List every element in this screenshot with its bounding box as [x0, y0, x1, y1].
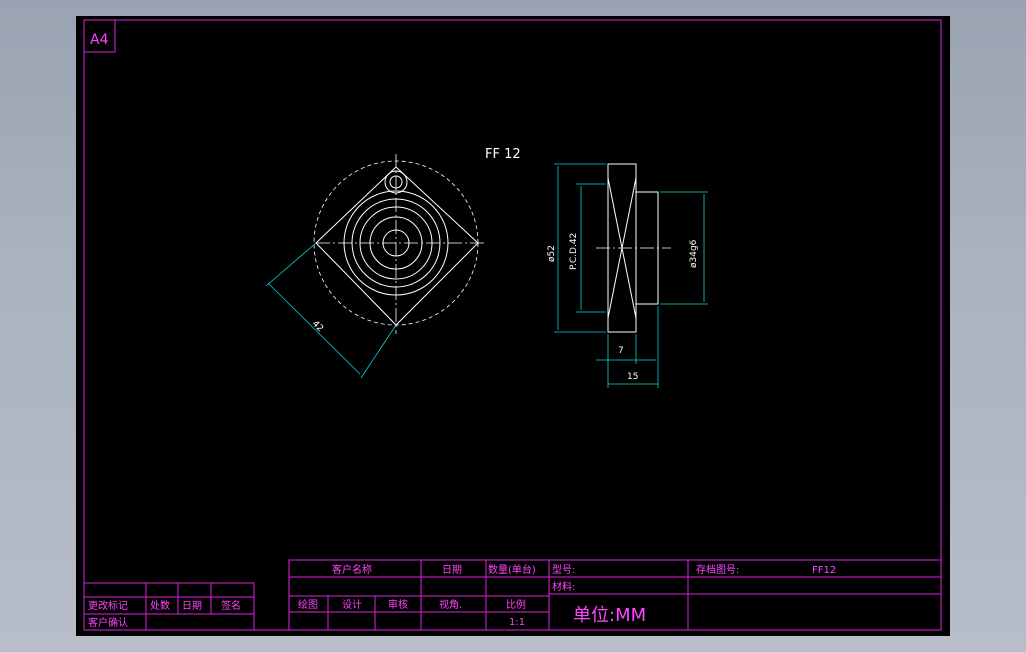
- front-view: 42: [265, 154, 486, 379]
- dim-15-text: 15: [627, 372, 638, 382]
- rev-header-sign: 签名: [221, 599, 241, 612]
- sheet-border: [83, 19, 942, 631]
- drawing-no-label: 存档图号:: [696, 563, 739, 576]
- scale-label: 比例: [506, 598, 526, 611]
- view-label: 视角.: [439, 598, 462, 611]
- drawn-label: 绘图: [298, 598, 318, 611]
- revision-block: 更改标记 处数 日期 签名 客户确认: [83, 582, 255, 631]
- drawing-no-value: FF12: [812, 565, 836, 576]
- customer-name-label: 客户名称: [332, 563, 372, 576]
- side-view: ø52 P.C.D.42 ø34g6 7 15: [547, 163, 708, 388]
- dim-pcd-text: P.C.D.42: [569, 233, 579, 270]
- cad-drawing: A4 FF 12 42 ø52 P.C.D.42 ø34g6 7 15 更改标记…: [83, 19, 942, 631]
- dim-42-text: 42: [310, 319, 325, 334]
- material-label: 材料:: [552, 580, 575, 593]
- model-label: 型号:: [552, 563, 575, 576]
- drawing-sheet: A4 FF 12 42 ø52 P.C.D.42 ø34g6 7 15 更改标记…: [76, 16, 950, 636]
- size-label: A4: [90, 32, 109, 48]
- review-label: 审核: [388, 598, 408, 611]
- dim-42-ext1: [265, 242, 317, 287]
- dim-52-text: ø52: [547, 245, 557, 262]
- part-title: FF 12: [485, 147, 521, 162]
- design-label: 设计: [342, 598, 362, 611]
- rev-header-count: 处数: [150, 599, 170, 612]
- scale-value: 1:1: [509, 617, 525, 628]
- rev-header-mark: 更改标记: [88, 599, 128, 612]
- title-block: 客户名称 日期 数量(单台) 型号: 存档图号: FF12 材料: 绘图 设计 …: [288, 559, 942, 631]
- rev-header-date: 日期: [182, 600, 202, 612]
- date-label: 日期: [442, 564, 462, 576]
- customer-confirm-label: 客户确认: [88, 616, 128, 629]
- dim-7-text: 7: [618, 346, 624, 356]
- quantity-label: 数量(单台): [488, 563, 536, 576]
- dim-34-text: ø34g6: [689, 239, 699, 268]
- dim-42-ext2: [360, 324, 397, 379]
- unit-label: 单位:MM: [573, 605, 646, 626]
